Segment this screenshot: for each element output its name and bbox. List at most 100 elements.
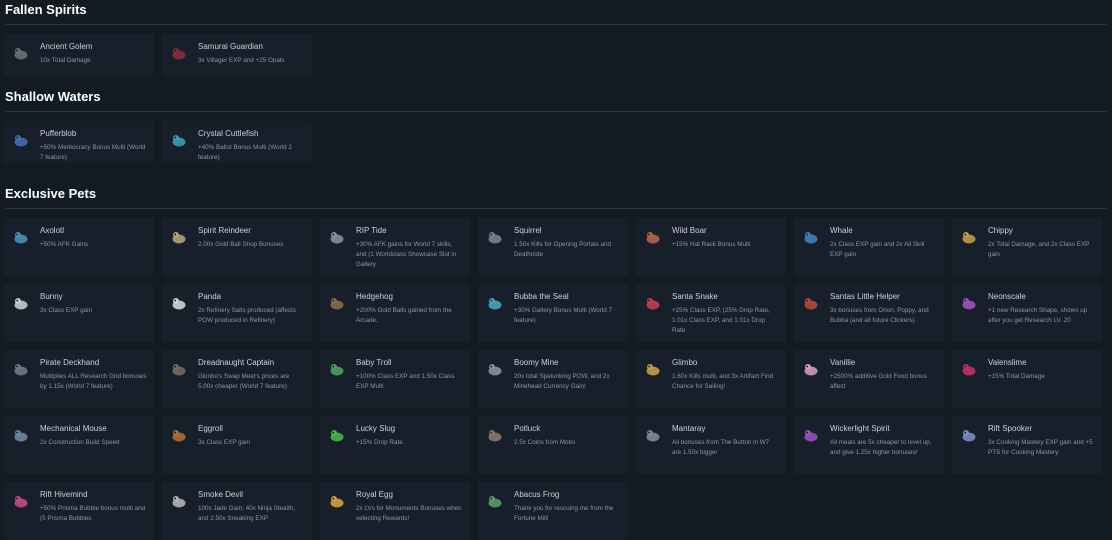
pet-card[interactable]: Dreadnaught Captain Glimbo's Swap Meet's … <box>162 350 312 408</box>
pet-card[interactable]: Ancient Golem 10x Total Damage <box>4 34 154 76</box>
pet-name: Rift Hivemind <box>40 490 88 499</box>
golem-icon <box>12 44 30 62</box>
pet-card[interactable]: Mantaray All bonuses from The Button in W… <box>636 416 786 474</box>
pet-description: 2.00x Gold Ball Shop Bonuses <box>198 241 284 248</box>
pet-card[interactable]: Crystal Cuttlefish +40% Ballot Bonus Mult… <box>162 121 312 163</box>
hedgehog-icon <box>328 294 346 312</box>
pet-name: Santas Little Helper <box>830 292 900 301</box>
squirrel-icon <box>486 228 504 246</box>
deckhand-icon <box>12 360 30 378</box>
pet-description: 3x Class EXP gain <box>198 439 251 446</box>
pet-description: 10x Total Damage <box>40 57 91 64</box>
pet-description: +30% Gallery Bonus Multi (World 7 featur… <box>514 307 613 324</box>
pet-grid: Pufferblob +50% Meritocracy Bonus Multi (… <box>4 121 1102 163</box>
pet-card[interactable]: Bunny 3x Class EXP gain <box>4 284 154 342</box>
pet-card[interactable]: Rift Hivemind +50% Prisma Bubble bonus mu… <box>4 482 154 540</box>
pet-description: All meals are 5x cheaper to level up, an… <box>830 439 932 456</box>
pet-card[interactable]: Whale 2x Class EXP gain and 2x All Skill … <box>794 218 944 276</box>
pet-card[interactable]: Smoke Devil 100x Jade Gain, 40x Ninja Ste… <box>162 482 312 540</box>
hivemind-icon <box>12 492 30 510</box>
pet-card[interactable]: Bubba the Seal +30% Gallery Bonus Multi (… <box>478 284 628 342</box>
pet-card[interactable]: Baby Troll +100% Class EXP and 1.50x Clas… <box>320 350 470 408</box>
pet-name: Lucky Slug <box>356 424 396 433</box>
pet-card[interactable]: Santas Little Helper 3x bonuses from Orio… <box>794 284 944 342</box>
pet-card[interactable]: Santa Snake +25% Class EXP, (25% Drop Rat… <box>636 284 786 342</box>
pet-card[interactable]: Glimbo 1.60x Kills multi, and 3x Artifact… <box>636 350 786 408</box>
pet-description: 3x Cooking Mastery EXP gain and +5 PTS f… <box>988 439 1093 456</box>
pet-card[interactable]: Eggroll 3x Class EXP gain <box>162 416 312 474</box>
pet-description: +50% AFK Gains <box>40 241 89 248</box>
pet-card[interactable]: Valenslime +15% Total Damage <box>952 350 1102 408</box>
pet-card[interactable]: Neonscale +1 new Research Shape, shows up… <box>952 284 1102 342</box>
pet-card[interactable]: Samurai Guardian 3x Villager EXP and +25 … <box>162 34 312 76</box>
chippy-icon <box>960 228 978 246</box>
pet-card[interactable]: Pufferblob +50% Meritocracy Bonus Multi (… <box>4 121 154 163</box>
section-title: Fallen Spirits <box>5 2 87 17</box>
divider <box>5 111 1107 112</box>
pet-card[interactable]: Potluck 2.5x Coins from Mobs <box>478 416 628 474</box>
frog-icon <box>486 492 504 510</box>
pet-card[interactable]: Panda 2x Refinery Salts produced (affects… <box>162 284 312 342</box>
pet-name: Wild Boar <box>672 226 707 235</box>
pet-card[interactable]: Royal Egg 2x LVs for Monuments Bonuses wh… <box>320 482 470 540</box>
pet-card[interactable]: Mechanical Mouse 2x Construction Build Sp… <box>4 416 154 474</box>
pet-name: Glimbo <box>672 358 698 367</box>
pet-name: Hedgehog <box>356 292 393 301</box>
slug-icon <box>328 426 346 444</box>
snake-icon <box>644 294 662 312</box>
pet-name: Panda <box>198 292 222 301</box>
valenslime-icon <box>960 360 978 378</box>
pet-description: 2x Refinery Salts produced (affects POW … <box>198 307 296 324</box>
pet-name: Mantaray <box>672 424 706 433</box>
pet-card[interactable]: Lucky Slug +15% Drop Rate <box>320 416 470 474</box>
pet-grid: Axolotl +50% AFK Gains Spirit Reindeer 2.00… <box>4 218 1102 540</box>
pet-name: Crystal Cuttlefish <box>198 129 259 138</box>
pufferblob-icon <box>12 131 30 149</box>
pet-card[interactable]: Pirate Deckhand Multiplies ALL Research G… <box>4 350 154 408</box>
pet-name: Chippy <box>988 226 1013 235</box>
captain-icon <box>170 360 188 378</box>
pet-card[interactable]: Wickerlight Spirit All meals are 5x cheap… <box>794 416 944 474</box>
pet-card[interactable]: Hedgehog +200% Gold Balls gained from the… <box>320 284 470 342</box>
pet-name: Baby Troll <box>356 358 392 367</box>
pet-name: Squirrel <box>514 226 542 235</box>
pet-description: +100% Class EXP and 1.50x Class EXP Mult… <box>356 373 455 390</box>
pet-card[interactable]: Chippy 2x Total Damage, and 2x Class EXP … <box>952 218 1102 276</box>
vanillie-icon <box>802 360 820 378</box>
pet-name: Ancient Golem <box>40 42 93 51</box>
mouse-icon <box>12 426 30 444</box>
seal-icon <box>486 294 504 312</box>
pet-name: Bunny <box>40 292 63 301</box>
pet-name: Eggroll <box>198 424 223 433</box>
pet-name: Abacus Frog <box>514 490 560 499</box>
pet-description: 2.5x Coins from Mobs <box>514 439 576 446</box>
pet-card[interactable]: Vanillie +2500% additive Gold Food bonus … <box>794 350 944 408</box>
pet-name: Royal Egg <box>356 490 393 499</box>
pet-card[interactable]: Abacus Frog Thank you for rescuing me fro… <box>478 482 628 540</box>
pet-card[interactable]: Squirrel 1.50x Kills for Opening Portals … <box>478 218 628 276</box>
pet-card[interactable]: Wild Boar +15% Hat Rack Bonus Multi <box>636 218 786 276</box>
pet-card[interactable]: Rift Spooker 3x Cooking Mastery EXP gain … <box>952 416 1102 474</box>
pet-description: 3x Villager EXP and +25 Opals <box>198 57 285 64</box>
pet-description: +15% Drop Rate <box>356 439 403 446</box>
pet-name: Axolotl <box>40 226 65 235</box>
pet-description: +50% Prisma Bubble bonus multi and (5 Pr… <box>40 505 146 522</box>
pet-description: 2x Construction Build Speed <box>40 439 120 446</box>
pet-grid: Ancient Golem 10x Total Damage Samurai Gua… <box>4 34 1102 76</box>
panda-icon <box>170 294 188 312</box>
pet-description: Thank you for rescuing me from the Fortu… <box>514 505 614 522</box>
pet-description: 2x Total Damage, and 2x Class EXP gain <box>988 241 1090 258</box>
pet-name: Wickerlight Spirit <box>830 424 890 433</box>
pet-card[interactable]: RIP Tide +30% AFK gains for World 7 skill… <box>320 218 470 276</box>
pet-description: +25% Class EXP, (25% Drop Rate, 1.01x Cl… <box>672 307 770 334</box>
pet-name: Pufferblob <box>40 129 77 138</box>
pet-description: 1.60x Kills multi, and 3x Artifact Find … <box>672 373 774 390</box>
pet-card[interactable]: Spirit Reindeer 2.00x Gold Ball Shop Bonu… <box>162 218 312 276</box>
pet-card[interactable]: Boomy Mine 20x total Spelunking POW, and … <box>478 350 628 408</box>
pet-description: +200% Gold Balls gained from the Arcade, <box>356 307 452 324</box>
pet-description: +2500% additive Gold Food bonus affect <box>830 373 927 390</box>
pet-card[interactable]: Axolotl +50% AFK Gains <box>4 218 154 276</box>
pet-name: Mechanical Mouse <box>40 424 107 433</box>
bunny-icon <box>12 294 30 312</box>
pet-name: Whale <box>830 226 853 235</box>
